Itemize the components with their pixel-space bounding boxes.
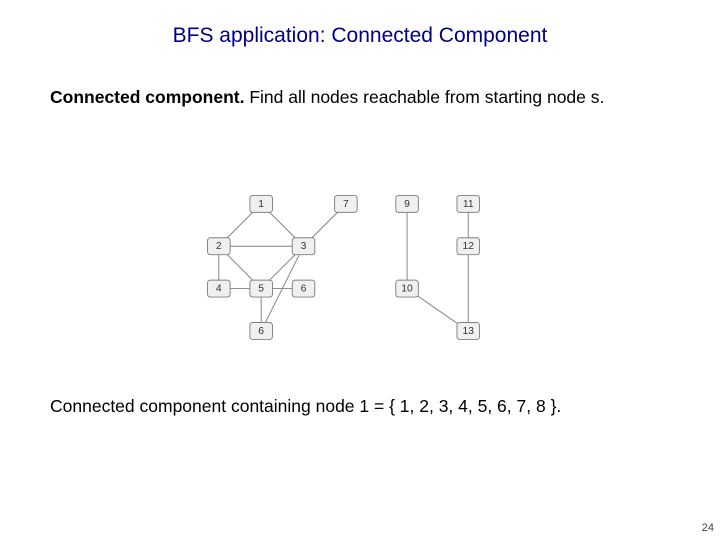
definition-text: Find all nodes reachable from starting n… (244, 87, 604, 107)
graph-node-label: 13 (462, 326, 474, 337)
graph-node-label: 3 (301, 241, 307, 252)
graph-node: 10 (396, 280, 419, 297)
graph-node: 12 (457, 238, 480, 255)
graph-svg: 12345676910111213 (188, 186, 532, 346)
graph-node-label: 9 (404, 199, 410, 210)
graph-node: 6 (250, 322, 273, 339)
graph-node-label: 11 (463, 199, 474, 210)
graph-node: 7 (335, 195, 358, 212)
graph-node-label: 2 (216, 241, 222, 252)
graph-node: 3 (292, 238, 315, 255)
slide-title: BFS application: Connected Component (0, 24, 720, 48)
graph-diagram: 12345676910111213 (188, 186, 532, 346)
slide: BFS application: Connected Component Con… (0, 0, 720, 540)
graph-node-label: 10 (401, 284, 413, 295)
graph-node: 6 (292, 280, 315, 297)
connected-component-result: Connected component containing node 1 = … (50, 396, 670, 417)
graph-node-label: 4 (216, 284, 222, 295)
graph-node-label: 6 (258, 326, 264, 337)
graph-node: 13 (457, 322, 480, 339)
graph-node-label: 12 (462, 241, 474, 252)
graph-node-label: 1 (258, 199, 264, 210)
graph-node: 9 (396, 195, 419, 212)
definition-term: Connected component. (50, 87, 244, 107)
graph-node-label: 7 (343, 199, 349, 210)
graph-node-label: 6 (301, 284, 307, 295)
page-number: 24 (702, 522, 714, 534)
graph-node: 11 (457, 195, 480, 212)
definition-line: Connected component. Find all nodes reac… (50, 86, 670, 110)
graph-node-label: 5 (258, 284, 264, 295)
graph-node: 1 (250, 195, 273, 212)
graph-node: 5 (250, 280, 273, 297)
graph-node: 4 (208, 280, 231, 297)
graph-node: 2 (208, 238, 231, 255)
